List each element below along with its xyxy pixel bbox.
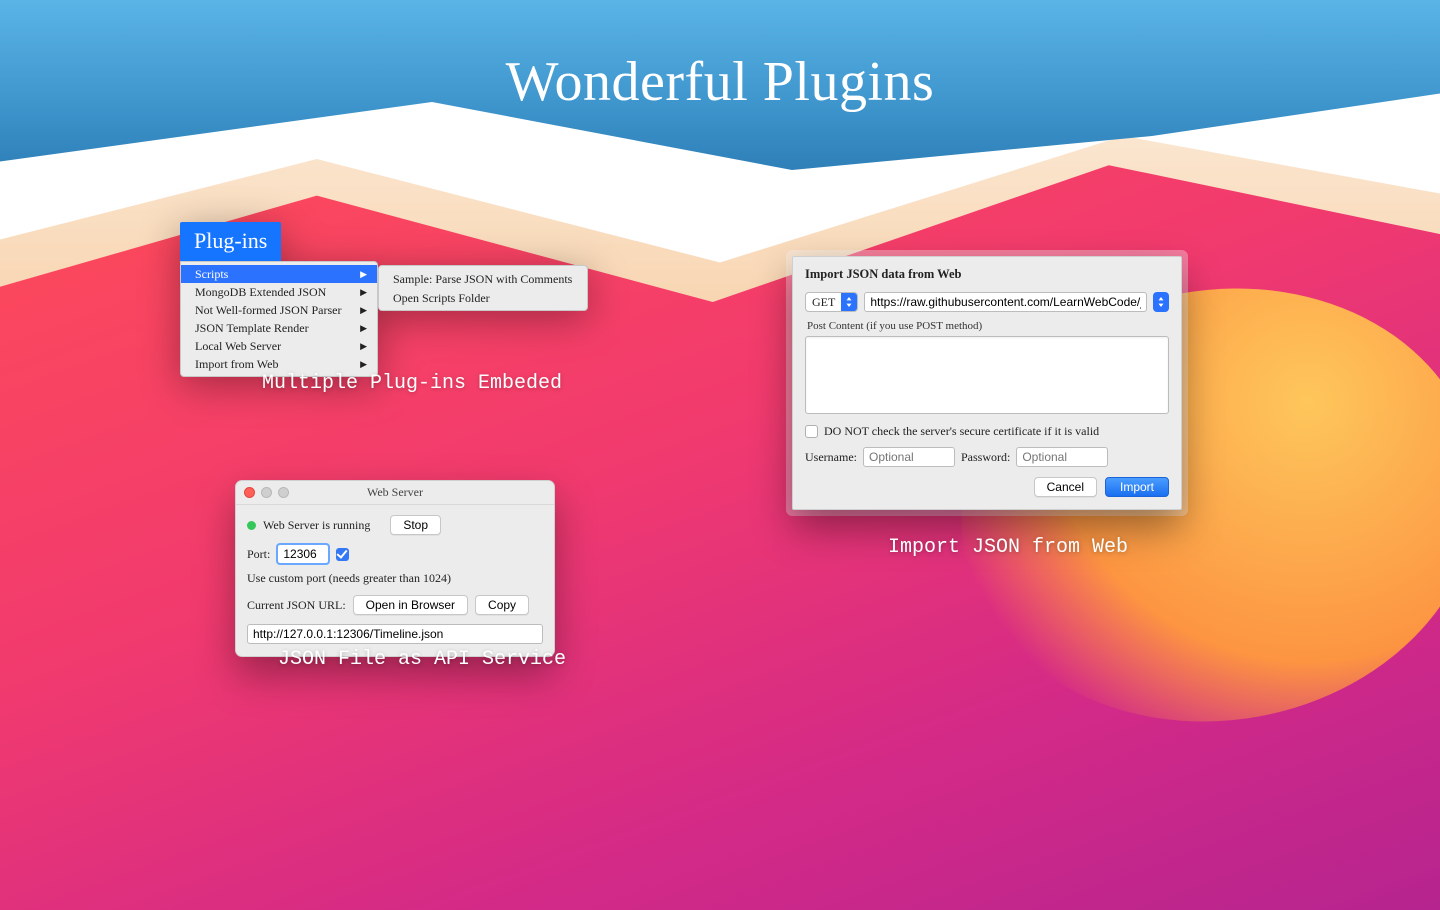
menu-item-mongodb[interactable]: MongoDB Extended JSON ▶: [181, 283, 377, 301]
url-dropdown[interactable]: [1153, 292, 1169, 312]
current-url-label: Current JSON URL:: [247, 598, 346, 613]
post-content-textarea[interactable]: [805, 336, 1169, 414]
submenu-item-sample[interactable]: Sample: Parse JSON with Comments: [379, 269, 587, 288]
submenu-arrow-icon: ▶: [360, 287, 367, 298]
username-label: Username:: [805, 450, 857, 465]
select-arrow-icon: [1153, 292, 1169, 312]
port-input[interactable]: [277, 544, 329, 564]
menu-item-label: Import from Web: [195, 357, 278, 372]
menu-item-localwebserver[interactable]: Local Web Server ▶: [181, 337, 377, 355]
import-url-input[interactable]: [864, 292, 1147, 312]
cert-checkbox-label: DO NOT check the server's secure certifi…: [824, 424, 1099, 439]
caption-webserver: JSON File as API Service: [278, 648, 566, 671]
dialog-heading: Import JSON data from Web: [805, 267, 1169, 282]
submenu-arrow-icon: ▶: [360, 359, 367, 370]
cert-checkbox[interactable]: [805, 425, 818, 438]
scripts-submenu: Sample: Parse JSON with Comments Open Sc…: [378, 265, 588, 311]
menu-item-label: MongoDB Extended JSON: [195, 285, 326, 300]
select-arrow-icon: [841, 293, 857, 311]
page-title: Wonderful Plugins: [0, 50, 1440, 114]
submenu-arrow-icon: ▶: [360, 341, 367, 352]
cancel-button[interactable]: Cancel: [1034, 477, 1097, 497]
caption-plugins: Multiple Plug-ins Embeded: [262, 372, 562, 395]
copy-button[interactable]: Copy: [475, 595, 529, 615]
status-text: Web Server is running: [263, 518, 370, 533]
window-titlebar[interactable]: Web Server: [236, 481, 554, 505]
password-input[interactable]: [1016, 447, 1108, 467]
custom-port-label: Use custom port (needs greater than 1024…: [247, 571, 451, 586]
password-label: Password:: [961, 450, 1010, 465]
custom-port-checkbox[interactable]: [336, 548, 349, 561]
post-content-label: Post Content (if you use POST method): [807, 320, 1169, 332]
open-browser-button[interactable]: Open in Browser: [353, 595, 468, 615]
webserver-window: Web Server Web Server is running Stop Po…: [235, 480, 555, 657]
caption-import: Import JSON from Web: [888, 536, 1128, 559]
menu-item-label: Local Web Server: [195, 339, 281, 354]
menu-item-template[interactable]: JSON Template Render ▶: [181, 319, 377, 337]
url-input[interactable]: [247, 624, 543, 644]
import-dialog: Import JSON data from Web GET Post Conte…: [792, 256, 1182, 510]
http-method-value: GET: [806, 295, 841, 310]
port-label: Port:: [247, 547, 270, 562]
http-method-select[interactable]: GET: [805, 292, 858, 312]
submenu-item-open-folder[interactable]: Open Scripts Folder: [379, 288, 587, 307]
username-input[interactable]: [863, 447, 955, 467]
menu-item-scripts[interactable]: Scripts ▶ Sample: Parse JSON with Commen…: [181, 265, 377, 283]
stop-button[interactable]: Stop: [390, 515, 441, 535]
menu-item-label: Not Well-formed JSON Parser: [195, 303, 341, 318]
menu-item-label: JSON Template Render: [195, 321, 309, 336]
submenu-arrow-icon: ▶: [360, 323, 367, 334]
submenu-arrow-icon: ▶: [360, 305, 367, 316]
plugins-menu: Plug-ins Scripts ▶ Sample: Parse JSON wi…: [180, 222, 580, 377]
menu-item-notwellformed[interactable]: Not Well-formed JSON Parser ▶: [181, 301, 377, 319]
menubar-plugins[interactable]: Plug-ins: [180, 222, 281, 261]
import-button[interactable]: Import: [1105, 477, 1169, 497]
status-indicator-icon: [247, 521, 256, 530]
submenu-arrow-icon: ▶: [360, 269, 367, 280]
window-title: Web Server: [236, 485, 554, 500]
menu-item-importweb[interactable]: Import from Web ▶: [181, 355, 377, 373]
menu-item-label: Scripts: [195, 267, 228, 282]
plugins-dropdown: Scripts ▶ Sample: Parse JSON with Commen…: [180, 261, 378, 377]
